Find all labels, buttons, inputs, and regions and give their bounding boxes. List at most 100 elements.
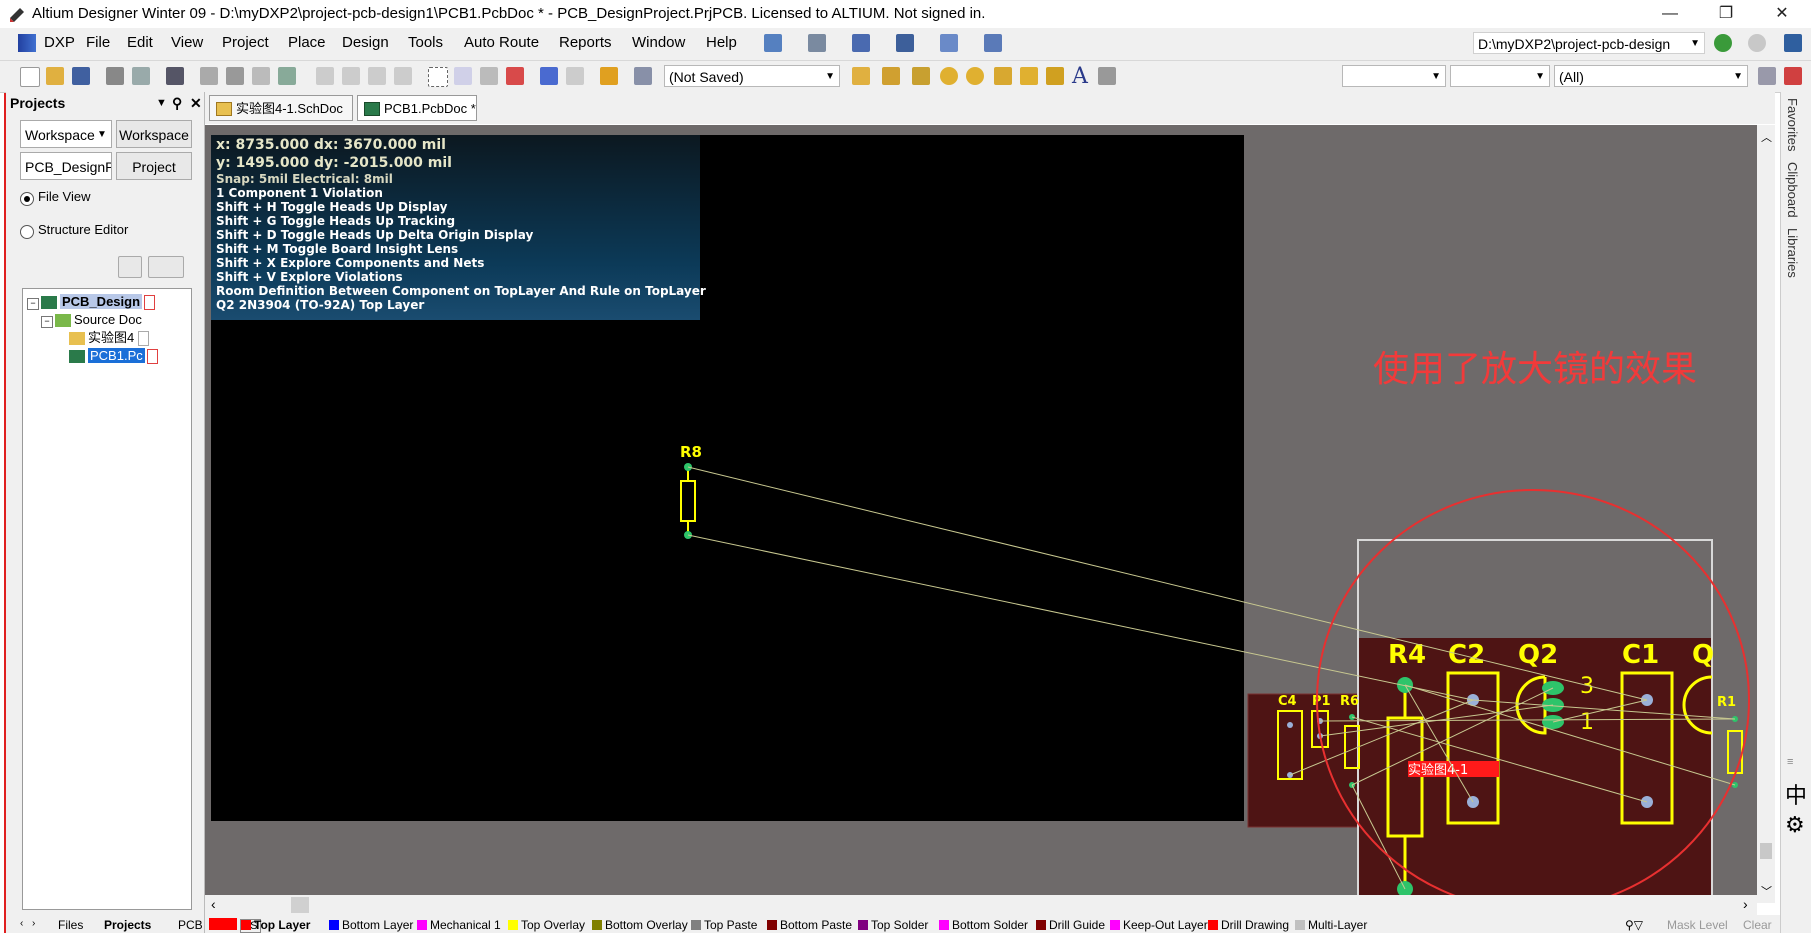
menu-project[interactable]: Project (222, 34, 269, 51)
filter-icon[interactable]: ⚲▽ (1625, 917, 1643, 933)
layers-icon[interactable] (118, 256, 142, 278)
file-view-radio[interactable] (20, 192, 34, 206)
tab-libraries[interactable]: Libraries (1785, 228, 1800, 278)
copy-icon[interactable] (342, 67, 360, 85)
gear-icon[interactable]: ⚙ (1785, 812, 1805, 838)
tab-clipboard[interactable]: Clipboard (1785, 162, 1800, 218)
tree-item-schematic[interactable]: 实验图4 (69, 329, 152, 347)
close-panel-icon[interactable]: ✕ (190, 92, 202, 114)
polygon-icon[interactable] (1046, 67, 1064, 85)
zoom-fit-icon[interactable] (200, 67, 218, 85)
close-button[interactable]: ✕ (1762, 2, 1802, 26)
pcb-workspace[interactable]: x: 8735.000 dx: 3670.000 mil y: 1495.000… (205, 125, 1775, 903)
pin-icon[interactable]: ⚲ (172, 92, 182, 114)
print-preview-icon[interactable] (132, 67, 150, 85)
clear-filter-icon[interactable] (1784, 67, 1802, 85)
scroll-right-icon[interactable]: › (1743, 896, 1748, 912)
fill-icon[interactable] (1020, 67, 1038, 85)
pad-icon[interactable] (940, 67, 958, 85)
folder-menu-icon[interactable] (148, 256, 184, 278)
menu-design[interactable]: Design (342, 34, 389, 51)
class-filter-combo[interactable]: ▼ (1450, 65, 1550, 87)
layer-tab-bottom-overlay[interactable]: Bottom Overlay (592, 917, 688, 933)
c4-pad-1[interactable] (1287, 722, 1293, 728)
menu-dxp[interactable]: DXP (44, 34, 75, 51)
align-icon[interactable] (896, 34, 914, 52)
multi-route-icon[interactable] (912, 67, 930, 85)
home-icon[interactable] (1784, 34, 1802, 52)
scroll-right-icon[interactable]: › (32, 918, 35, 929)
tab-pcb-doc[interactable]: PCB1.PcbDoc * (357, 95, 477, 121)
zoom-filtered-icon[interactable] (278, 67, 296, 85)
menu-place[interactable]: Place (288, 34, 326, 51)
zoom-selected-icon[interactable] (252, 67, 270, 85)
tab-schematic-doc[interactable]: 实验图4-1.SchDoc (209, 95, 353, 121)
menu-help[interactable]: Help (706, 34, 737, 51)
menu-reports[interactable]: Reports (559, 34, 612, 51)
layer-tab-multi-layer[interactable]: Multi-Layer (1295, 917, 1367, 933)
panel-menu-icon[interactable]: ▼ (156, 92, 167, 114)
redo-icon[interactable] (566, 67, 584, 85)
menu-file[interactable]: File (86, 34, 110, 51)
scroll-down-icon[interactable]: ﹀ (1761, 883, 1772, 899)
net-filter-combo[interactable]: ▼ (1342, 65, 1446, 87)
collapse-icon[interactable]: − (41, 316, 53, 328)
save-icon[interactable] (72, 67, 90, 85)
apply-filter-icon[interactable] (1758, 67, 1776, 85)
collapse-icon[interactable]: − (27, 298, 39, 310)
menu-view[interactable]: View (171, 34, 203, 51)
mask-level-button[interactable]: Mask Level (1667, 917, 1728, 933)
interactive-route-icon[interactable] (852, 67, 870, 85)
tab-pcb[interactable]: PCB (178, 918, 203, 932)
tab-favorites[interactable]: Favorites (1785, 98, 1800, 151)
scroll-up-icon[interactable]: ︿ (1761, 129, 1772, 145)
r1-body[interactable] (1727, 730, 1743, 774)
diff-pair-route-icon[interactable] (882, 67, 900, 85)
clear-button[interactable]: Clear (1743, 917, 1772, 933)
minimize-button[interactable]: — (1650, 2, 1690, 26)
via-icon[interactable] (966, 67, 984, 85)
print-icon[interactable] (106, 67, 124, 85)
clear-icon[interactable] (506, 67, 524, 85)
paste-icon[interactable] (368, 67, 386, 85)
forward-icon[interactable] (1748, 34, 1766, 52)
save-state-combo[interactable]: (Not Saved) ▼ (664, 65, 840, 87)
netlabel-icon[interactable] (852, 34, 870, 52)
back-icon[interactable] (1714, 34, 1732, 52)
layer-tab-bottom[interactable]: Bottom Layer (329, 917, 413, 933)
move-icon[interactable] (454, 67, 472, 85)
wiring-icon[interactable] (764, 34, 782, 52)
ime-indicator[interactable]: 中 (1785, 778, 1807, 810)
tree-item-source-docs[interactable]: − Source Doc (41, 311, 142, 329)
layer-tab-mechanical1[interactable]: Mechanical 1 (417, 917, 501, 933)
array-icon[interactable] (1098, 67, 1116, 85)
layer-icon[interactable] (166, 67, 184, 85)
tree-item-pcb[interactable]: PCB1.Pc (69, 347, 161, 365)
menu-tools[interactable]: Tools (408, 34, 443, 51)
layer-tab-top-paste[interactable]: Top Paste (691, 917, 757, 933)
all-filter-combo[interactable]: (All) ▼ (1554, 65, 1748, 87)
select-icon[interactable] (428, 67, 448, 87)
structure-editor-radio[interactable] (20, 225, 34, 239)
project-input[interactable]: PCB_DesignPr (20, 152, 112, 180)
undo-icon[interactable] (540, 67, 558, 85)
grid-icon[interactable] (984, 34, 1002, 52)
menu-window[interactable]: Window (632, 34, 685, 51)
scroll-thumb[interactable] (1760, 843, 1772, 859)
menu-edit[interactable]: Edit (127, 34, 153, 51)
horizontal-scrollbar[interactable]: ‹ › (205, 895, 1757, 915)
scroll-left-icon[interactable]: ‹ (211, 896, 216, 912)
project-button[interactable]: Project (116, 152, 192, 180)
new-icon[interactable] (20, 67, 40, 87)
layer-tab-top-solder[interactable]: Top Solder (858, 917, 928, 933)
tree-item-project[interactable]: − PCB_Design (27, 293, 158, 311)
cross-probe-icon[interactable] (600, 67, 618, 85)
layer-tab-top-overlay[interactable]: Top Overlay (508, 917, 585, 933)
tab-projects[interactable]: Projects (104, 918, 151, 932)
restore-button[interactable]: ❐ (1706, 2, 1746, 26)
vertical-scrollbar[interactable]: ︿ ﹀ (1757, 125, 1775, 903)
component-icon[interactable] (808, 34, 826, 52)
open-icon[interactable] (46, 67, 64, 85)
layer-tab-bottom-solder[interactable]: Bottom Solder (939, 917, 1028, 933)
cut-icon[interactable] (316, 67, 334, 85)
